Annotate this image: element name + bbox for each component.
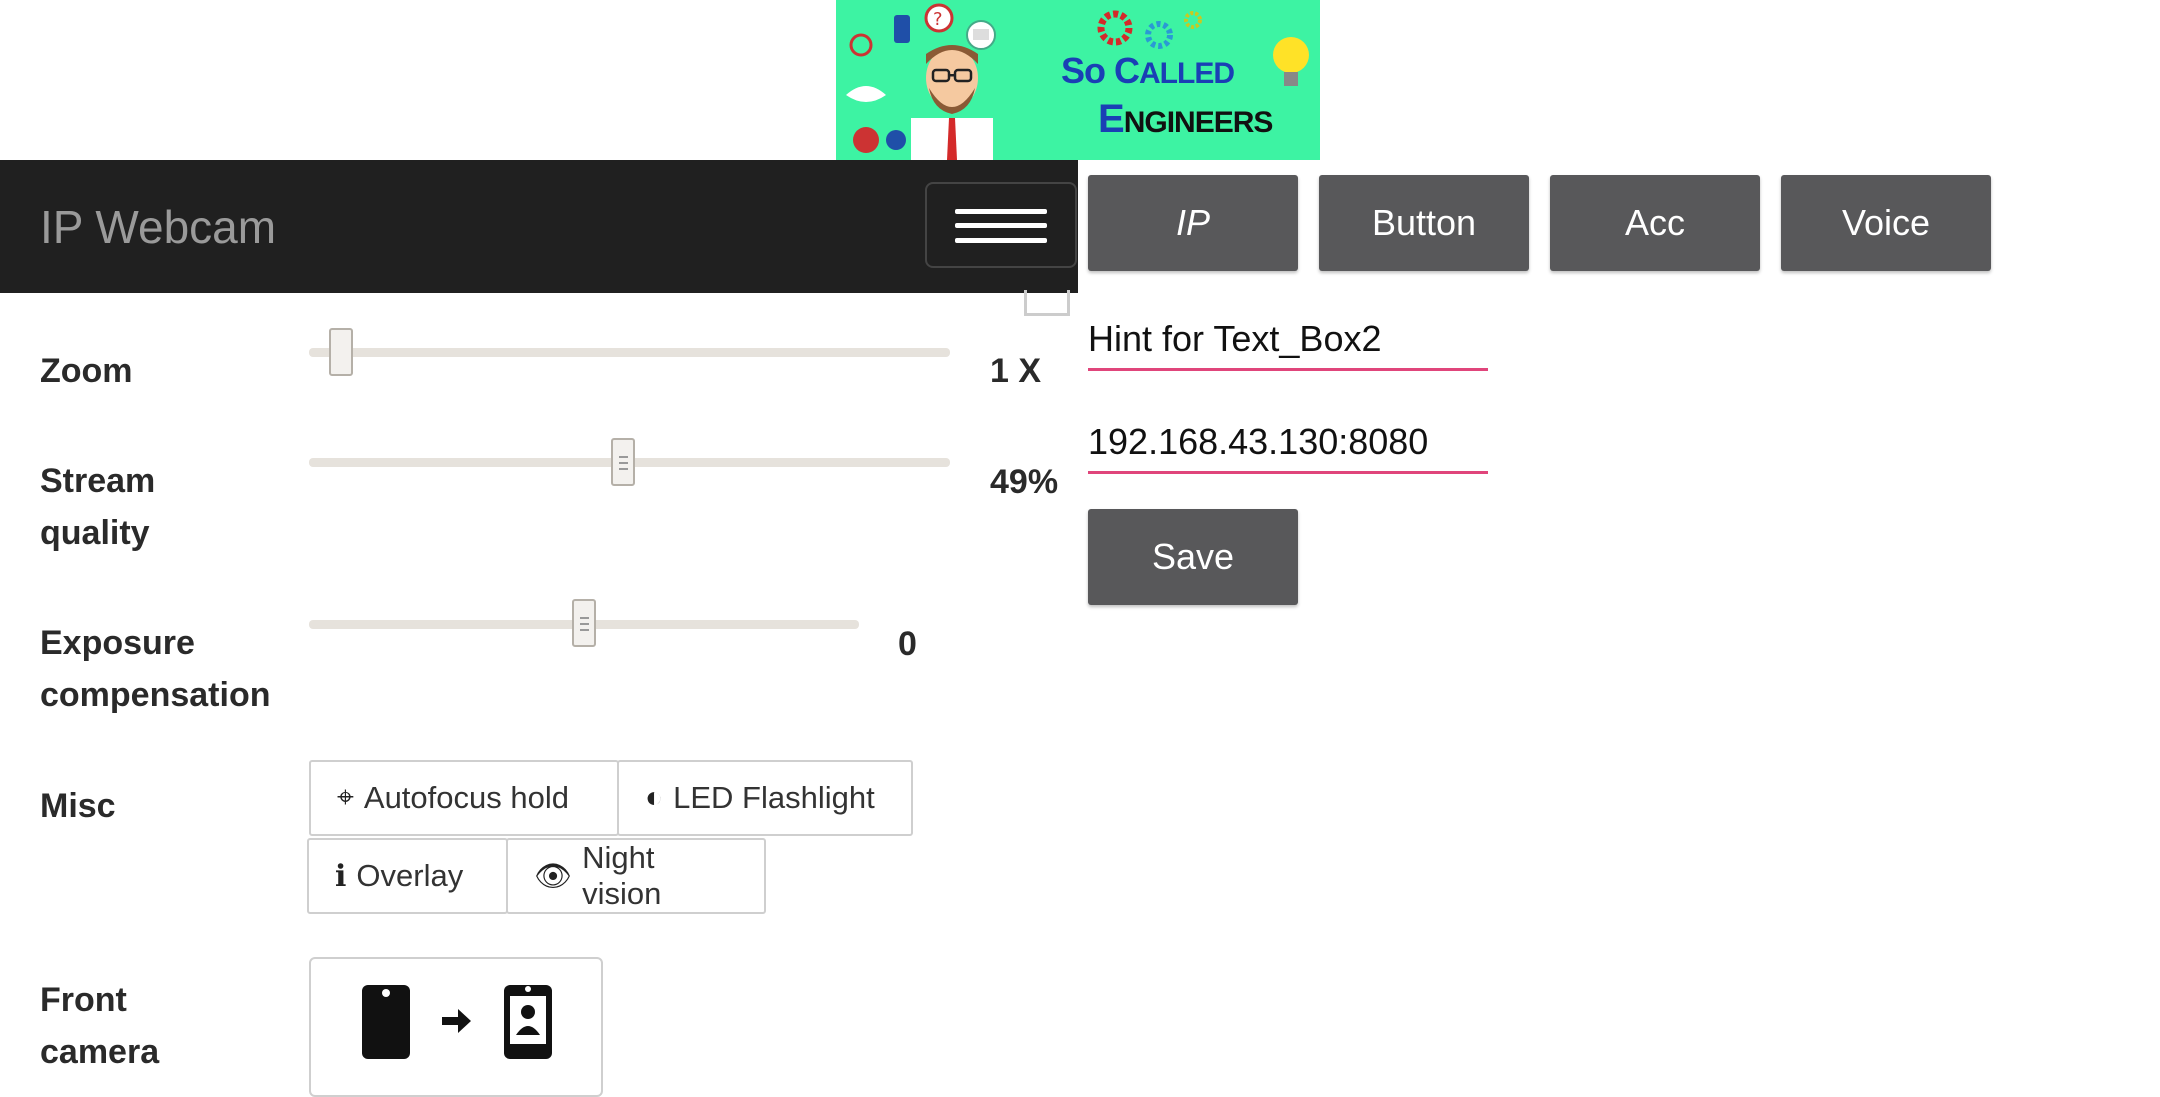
stream-quality-label-line1: Stream [40,462,156,500]
exposure-value: 0 [898,625,917,663]
overlay-label: Overlay [356,858,464,893]
half-circle-icon: ◐ [645,781,664,814]
hamburger-menu-button[interactable] [925,182,1077,268]
text-box-2[interactable]: Hint for Text_Box2 [1088,318,1488,371]
info-icon: ℹ [335,859,347,893]
misc-label: Misc [40,787,116,825]
night-vision-label: Night vision [582,840,662,911]
tab-voice-button[interactable]: Voice [1781,175,1991,271]
tab-acc-button[interactable]: Acc [1550,175,1760,271]
switch-camera-button[interactable] [309,957,603,1097]
banner-text-line1: So Called [1061,50,1235,91]
autofocus-hold-button[interactable]: ⌖ Autofocus hold [309,760,619,836]
menu-icon-bar [955,223,1047,228]
stream-quality-value: 49% [990,463,1059,501]
night-vision-button[interactable]: 👁 Night vision [506,838,766,914]
stream-quality-label: Stream quality [40,455,155,559]
exposure-label: Exposure compensation [40,617,270,721]
app-header: IP Webcam [0,160,1078,293]
ip-address-field[interactable]: 192.168.43.130:8080 [1088,421,1488,474]
zoom-slider-track[interactable] [309,348,950,357]
exposure-slider-handle[interactable] [572,599,596,647]
app-title: IP Webcam [40,201,277,253]
menu-icon-bar [955,238,1047,243]
tab-button-button[interactable]: Button [1319,175,1529,271]
front-camera-label-line2: camera [40,1033,160,1071]
overlay-button[interactable]: ℹ Overlay [307,838,508,914]
zoom-value: 1 X [990,352,1042,390]
save-button[interactable]: Save [1088,509,1298,605]
front-camera-label: Front camera [40,974,159,1078]
menu-icon-bar [955,209,1047,214]
svg-text:?: ? [933,9,943,30]
exposure-label-line2: compensation [40,676,271,714]
banner-logo: ? So Called Engineers [836,0,1320,160]
led-flashlight-label: LED Flashlight [673,780,875,815]
edit-icon[interactable] [1024,290,1070,316]
front-camera-label-line1: Front [40,981,127,1019]
led-flashlight-button[interactable]: ◐ LED Flashlight [617,760,913,836]
exposure-label-line1: Exposure [40,624,195,662]
stream-quality-slider-handle[interactable] [611,438,636,486]
zoom-label: Zoom [40,352,133,390]
zoom-slider-handle[interactable] [329,328,354,376]
autofocus-hold-label: Autofocus hold [363,780,569,815]
crosshair-icon: ⌖ [337,781,354,814]
banner-text-line2: Engineers [1098,97,1273,141]
eye-icon: 👁 [534,859,573,893]
stream-quality-label-line2: quality [40,514,150,552]
switch-camera-icon [362,985,552,1059]
tab-ip-button[interactable]: IP [1088,175,1298,271]
